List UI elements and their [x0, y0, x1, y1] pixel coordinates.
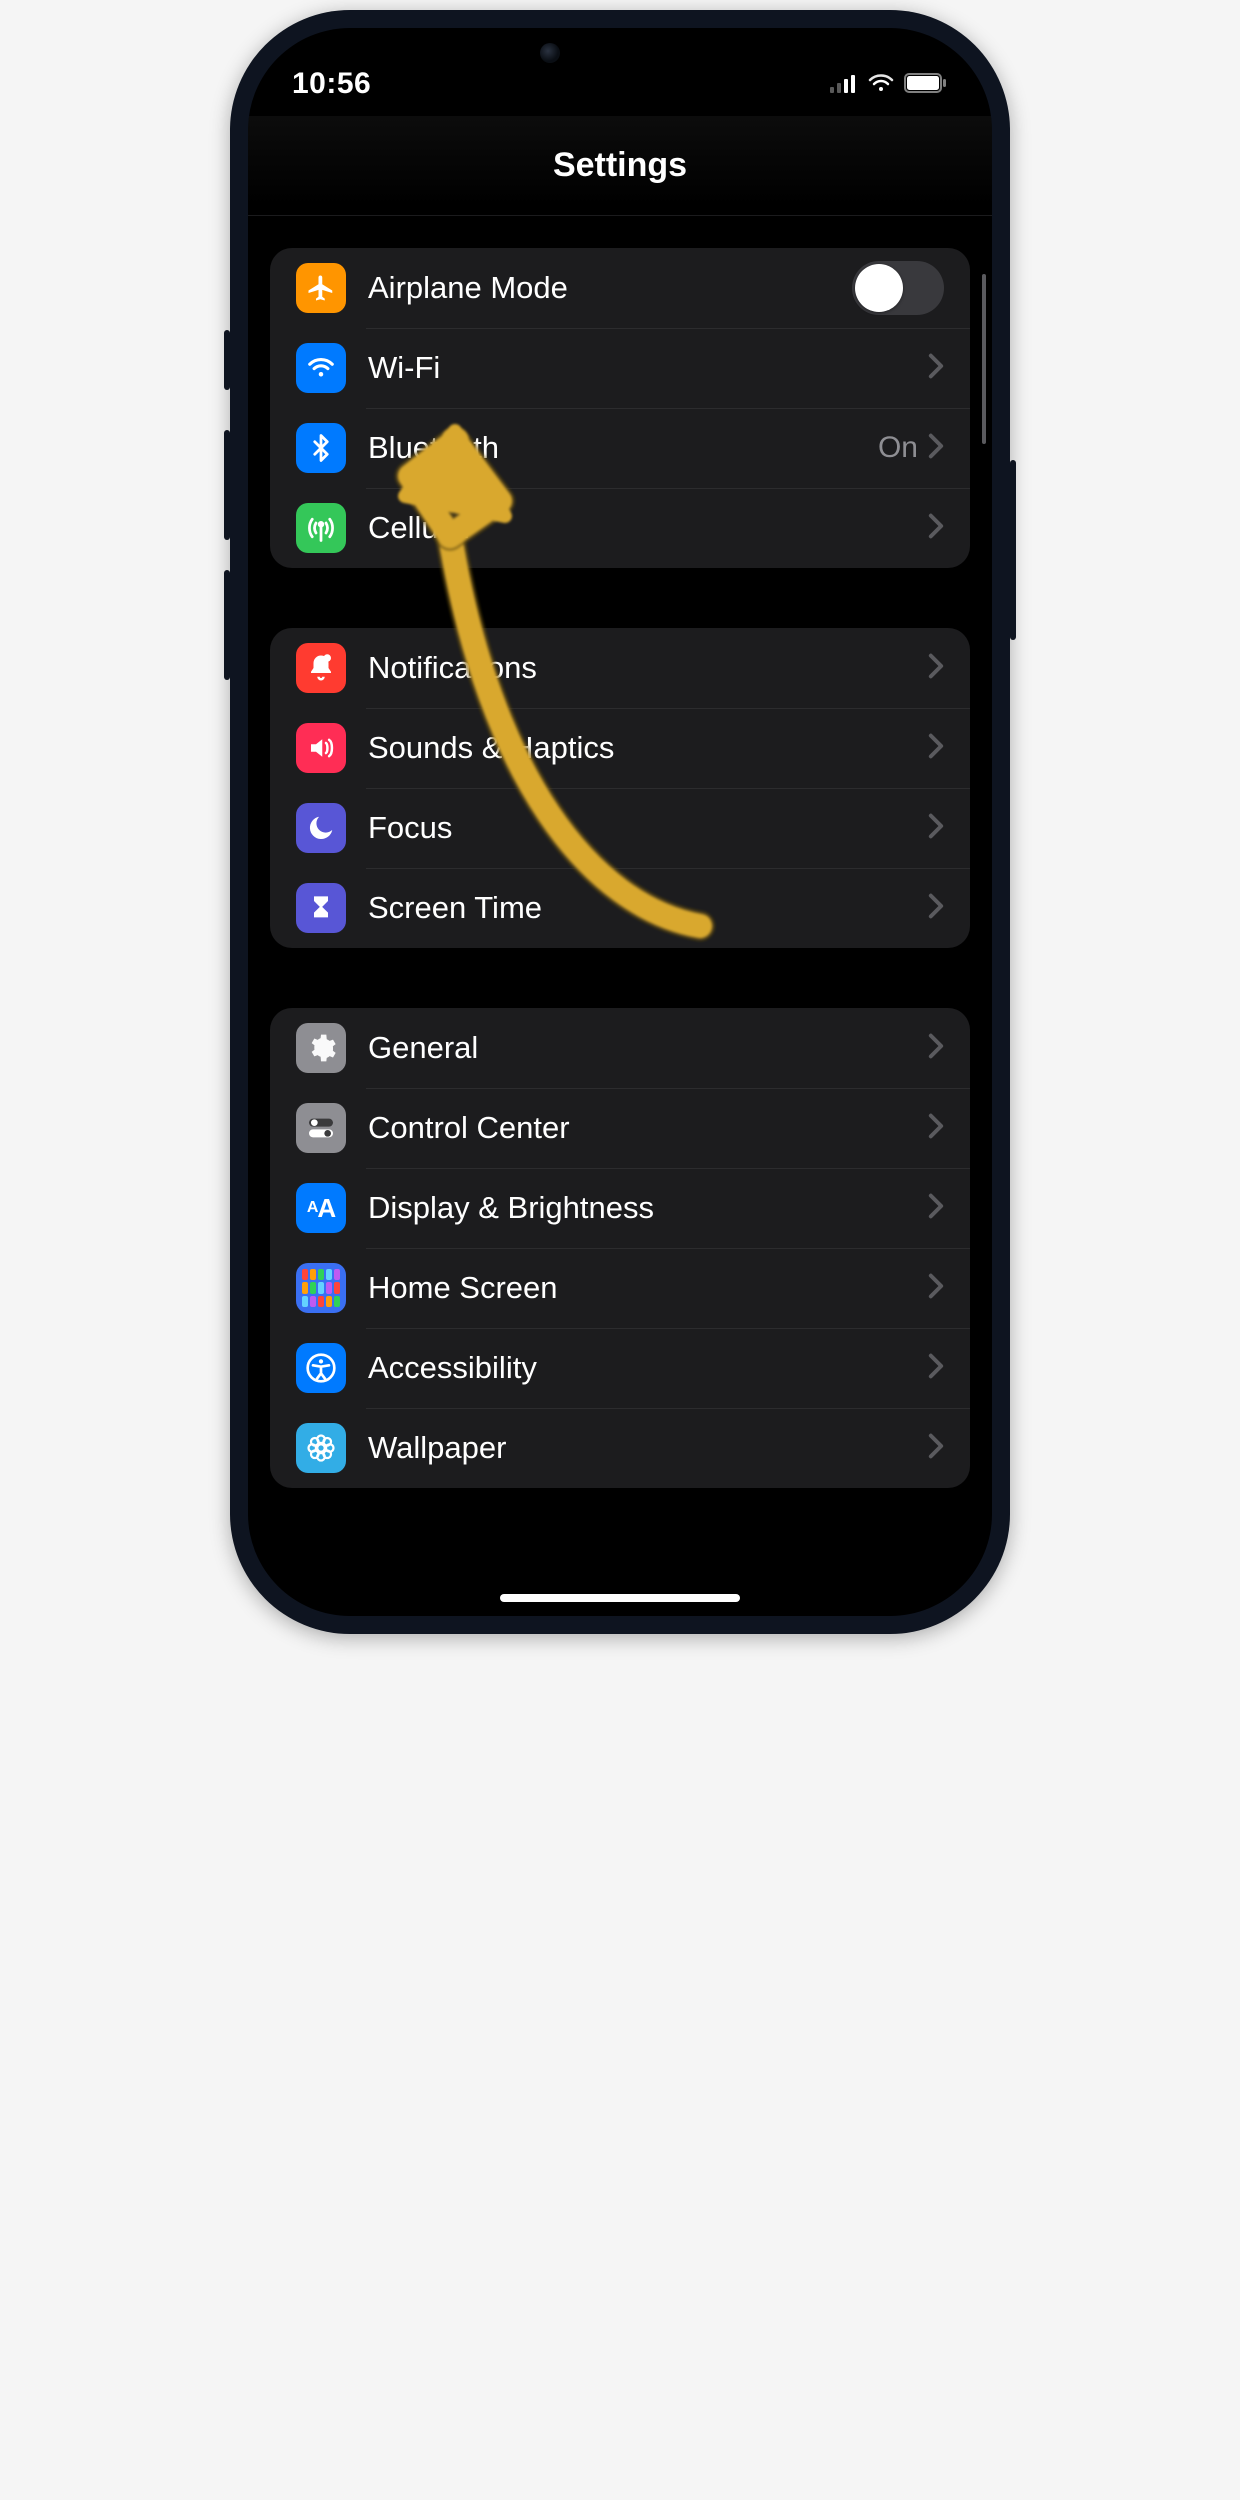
airplane-mode-toggle[interactable]	[852, 261, 944, 315]
chevron-right-icon	[928, 731, 944, 765]
cellular-signal-icon	[830, 67, 858, 101]
bell-icon	[296, 643, 346, 693]
row-label: General	[368, 1030, 928, 1066]
row-wifi[interactable]: Wi-Fi	[270, 328, 970, 408]
aa-icon: AA	[296, 1183, 346, 1233]
accessibility-icon	[296, 1343, 346, 1393]
row-bluetooth[interactable]: Bluetooth On	[270, 408, 970, 488]
row-label: Focus	[368, 810, 928, 846]
row-label: Wi-Fi	[368, 350, 928, 386]
homescreen-icon	[296, 1263, 346, 1313]
gear-icon	[296, 1023, 346, 1073]
chevron-right-icon	[928, 651, 944, 685]
chevron-right-icon	[928, 1351, 944, 1385]
flower-icon	[296, 1423, 346, 1473]
battery-icon	[904, 67, 948, 101]
chevron-right-icon	[928, 1431, 944, 1465]
chevron-right-icon	[928, 1191, 944, 1225]
chevron-right-icon	[928, 1111, 944, 1145]
row-label: Display & Brightness	[368, 1190, 928, 1226]
wifi-icon	[296, 343, 346, 393]
row-accessibility[interactable]: Accessibility	[270, 1328, 970, 1408]
chevron-right-icon	[928, 811, 944, 845]
row-focus[interactable]: Focus	[270, 788, 970, 868]
settings-group-alerts: Notifications Sounds & Haptics	[270, 628, 970, 948]
row-sounds-haptics[interactable]: Sounds & Haptics	[270, 708, 970, 788]
row-control-center[interactable]: Control Center	[270, 1088, 970, 1168]
volume-up-button[interactable]	[224, 430, 230, 540]
chevron-right-icon	[928, 1271, 944, 1305]
toggles-icon	[296, 1103, 346, 1153]
page-title: Settings	[553, 146, 687, 185]
chevron-right-icon	[928, 351, 944, 385]
chevron-right-icon	[928, 891, 944, 925]
volume-down-button[interactable]	[224, 570, 230, 680]
row-label: Airplane Mode	[368, 270, 852, 306]
row-label: Notifications	[368, 650, 928, 686]
row-screen-time[interactable]: Screen Time	[270, 868, 970, 948]
row-notifications[interactable]: Notifications	[270, 628, 970, 708]
antenna-icon	[296, 503, 346, 553]
row-label: Screen Time	[368, 890, 928, 926]
row-label: Bluetooth	[368, 430, 878, 466]
power-button[interactable]	[1010, 460, 1016, 640]
iphone-frame: 10:56 Settings	[230, 10, 1010, 1634]
mute-switch[interactable]	[224, 330, 230, 390]
row-label: Home Screen	[368, 1270, 928, 1306]
wifi-icon	[868, 67, 894, 101]
bluetooth-icon	[296, 423, 346, 473]
row-cellular[interactable]: Cellular	[270, 488, 970, 568]
scrollbar[interactable]	[982, 274, 986, 444]
settings-group-network: Airplane Mode Wi-Fi Blueto	[270, 248, 970, 568]
status-icons	[830, 67, 948, 101]
row-general[interactable]: General	[270, 1008, 970, 1088]
speaker-icon	[296, 723, 346, 773]
settings-content[interactable]: Airplane Mode Wi-Fi Blueto	[248, 216, 992, 1616]
row-label: Accessibility	[368, 1350, 928, 1386]
front-camera	[540, 43, 560, 63]
row-label: Sounds & Haptics	[368, 730, 928, 766]
settings-group-general: General Control Center A	[270, 1008, 970, 1488]
airplane-icon	[296, 263, 346, 313]
hourglass-icon	[296, 883, 346, 933]
screen: 10:56 Settings	[248, 28, 992, 1616]
row-value: On	[878, 431, 918, 465]
row-label: Control Center	[368, 1110, 928, 1146]
row-label: Wallpaper	[368, 1430, 928, 1466]
notch	[490, 28, 750, 80]
home-indicator[interactable]	[500, 1594, 740, 1602]
row-wallpaper[interactable]: Wallpaper	[270, 1408, 970, 1488]
nav-bar: Settings	[248, 116, 992, 216]
chevron-right-icon	[928, 1031, 944, 1065]
row-display-brightness[interactable]: AA Display & Brightness	[270, 1168, 970, 1248]
row-airplane-mode[interactable]: Airplane Mode	[270, 248, 970, 328]
chevron-right-icon	[928, 431, 944, 465]
chevron-right-icon	[928, 511, 944, 545]
row-label: Cellular	[368, 510, 928, 546]
moon-icon	[296, 803, 346, 853]
row-home-screen[interactable]: Home Screen	[270, 1248, 970, 1328]
